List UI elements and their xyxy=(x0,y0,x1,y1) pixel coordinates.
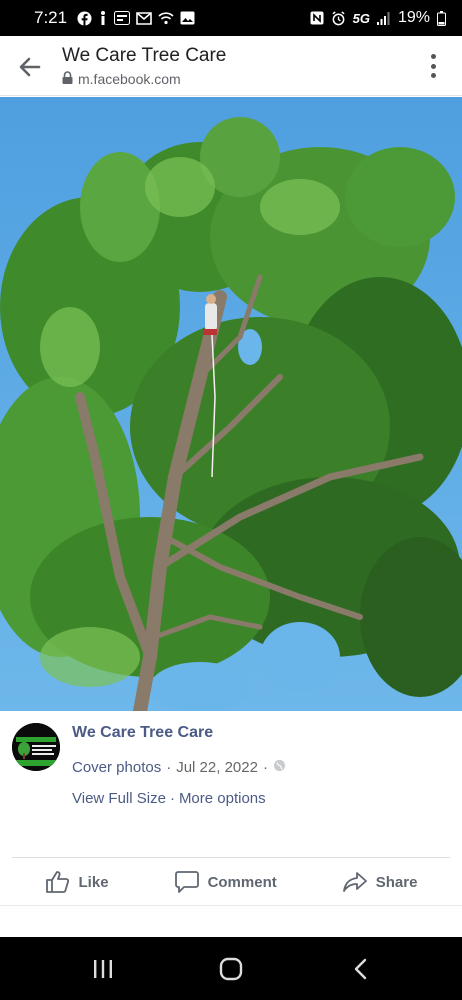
action-bar: Like Comment Share xyxy=(12,857,450,906)
post-meta: Cover photos · Jul 22, 2022 · xyxy=(72,759,286,776)
browser-toolbar: We Care Tree Care m.facebook.com xyxy=(0,36,462,96)
arrow-left-icon xyxy=(19,57,41,77)
alarm-icon xyxy=(331,10,346,26)
like-label: Like xyxy=(78,873,109,891)
post-date[interactable]: Jul 22, 2022 xyxy=(176,759,258,776)
system-navigation-bar xyxy=(0,937,462,1000)
battery-icon xyxy=(437,10,446,26)
back-button[interactable] xyxy=(16,53,44,81)
comment-icon xyxy=(174,871,199,893)
meta-separator: · xyxy=(262,759,268,776)
comment-button[interactable]: Comment xyxy=(174,870,277,894)
nfc-icon xyxy=(310,11,324,25)
page-avatar[interactable] xyxy=(12,723,60,771)
view-full-size-link[interactable]: View Full Size xyxy=(72,790,166,807)
links-separator: · xyxy=(169,790,175,807)
photo-links: View Full Size · More options xyxy=(72,790,266,807)
tree-photo-image xyxy=(0,97,462,711)
recent-apps-icon[interactable] xyxy=(90,957,116,981)
wifi-calling-icon xyxy=(158,11,174,25)
back-nav-icon[interactable] xyxy=(348,957,374,981)
status-time: 7:21 xyxy=(34,8,68,27)
network-type: 5G xyxy=(352,10,370,26)
thumbs-up-icon xyxy=(45,871,69,893)
battery-percent: 19% xyxy=(397,9,430,26)
share-button[interactable]: Share xyxy=(342,870,418,894)
album-link[interactable]: Cover photos xyxy=(72,759,161,776)
url-text: m.facebook.com xyxy=(78,71,181,87)
page-name-link[interactable]: We Care Tree Care xyxy=(72,724,213,742)
like-button[interactable]: Like xyxy=(45,870,109,894)
lock-icon xyxy=(62,71,73,87)
status-bar: 7:21 5G 19% xyxy=(0,0,462,36)
cover-photo[interactable] xyxy=(0,97,462,711)
signal-icon xyxy=(376,11,391,25)
page-bottom-strip xyxy=(0,905,462,938)
tree-care-logo xyxy=(12,723,60,771)
caller-id-icon xyxy=(114,11,131,25)
facebook-icon xyxy=(77,10,92,26)
more-options-menu-icon[interactable] xyxy=(426,52,440,80)
globe-icon xyxy=(273,759,286,776)
share-arrow-icon xyxy=(342,872,367,892)
info-icon xyxy=(98,10,108,26)
more-options-link[interactable]: More options xyxy=(179,790,266,807)
page-title: We Care Tree Care xyxy=(62,45,227,66)
comment-label: Comment xyxy=(207,873,277,891)
meta-separator: · xyxy=(166,759,172,776)
home-icon[interactable] xyxy=(218,957,244,981)
url-display[interactable]: m.facebook.com xyxy=(62,71,181,87)
post-info: We Care Tree Care Cover photos · Jul 22,… xyxy=(0,711,462,857)
gmail-icon xyxy=(136,11,152,25)
gallery-icon xyxy=(180,11,195,25)
share-label: Share xyxy=(375,873,418,891)
